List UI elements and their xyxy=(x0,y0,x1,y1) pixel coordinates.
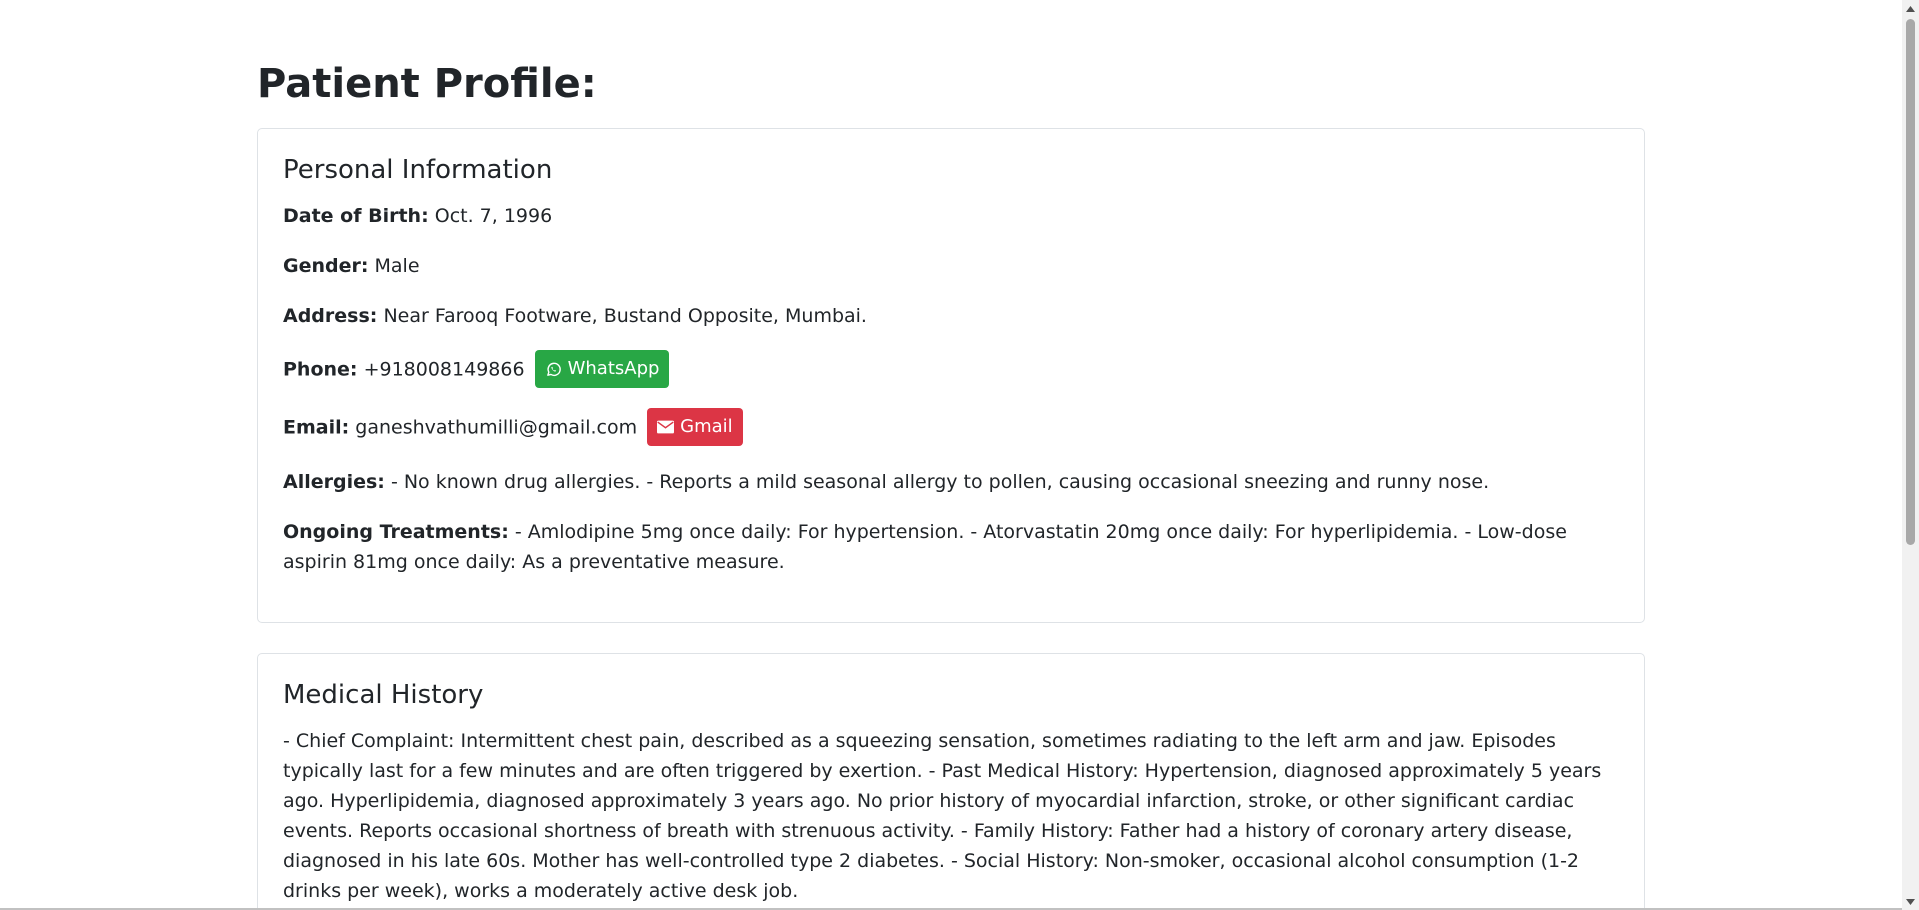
scroll-up-arrow-icon[interactable] xyxy=(1902,0,1919,17)
personal-information-card: Personal Information Date of Birth: Oct.… xyxy=(257,128,1645,623)
allergies-label: Allergies: xyxy=(283,471,385,493)
vertical-scrollbar[interactable] xyxy=(1902,0,1919,910)
scrollbar-thumb[interactable] xyxy=(1906,19,1915,545)
allergies-row: Allergies: - No known drug allergies. - … xyxy=(283,467,1619,497)
dob-label: Date of Birth: xyxy=(283,205,429,227)
medical-history-text: - Chief Complaint: Intermittent chest pa… xyxy=(283,730,1602,902)
gender-row: Gender: Male xyxy=(283,251,1619,281)
whatsapp-button-label: WhatsApp xyxy=(567,358,660,379)
gender-label: Gender: xyxy=(283,255,369,277)
browser-viewport: Patient Profile: Personal Information Da… xyxy=(0,0,1919,910)
treatments-label: Ongoing Treatments: xyxy=(283,521,509,543)
envelope-icon xyxy=(657,420,675,434)
whatsapp-button[interactable]: WhatsApp xyxy=(534,350,670,388)
email-value: ganeshvathumilli@gmail.com xyxy=(355,416,638,439)
dob-row: Date of Birth: Oct. 7, 1996 xyxy=(283,201,1619,231)
address-label: Address: xyxy=(283,305,378,327)
treatments-row: Ongoing Treatments: - Amlodipine 5mg onc… xyxy=(283,517,1619,577)
gender-value: Male xyxy=(374,255,420,277)
medical-history-card: Medical History - Chief Complaint: Inter… xyxy=(257,653,1645,910)
whatsapp-icon xyxy=(545,361,562,378)
personal-information-heading: Personal Information xyxy=(283,155,553,185)
scroll-down-arrow-icon[interactable] xyxy=(1902,893,1919,910)
address-value: Near Farooq Footware, Bustand Opposite, … xyxy=(383,305,867,327)
phone-value: +918008149866 xyxy=(363,358,525,381)
email-label: Email: xyxy=(283,416,350,439)
medical-history-heading: Medical History xyxy=(283,680,484,710)
phone-row: Phone: +918008149866 WhatsApp xyxy=(283,350,1619,389)
phone-label: Phone: xyxy=(283,358,358,381)
page-content: Patient Profile: Personal Information Da… xyxy=(257,0,1645,910)
page-title: Patient Profile: xyxy=(257,61,597,107)
address-row: Address: Near Farooq Footware, Bustand O… xyxy=(283,301,1619,331)
email-row: Email: ganeshvathumilli@gmail.com Gmail xyxy=(283,408,1619,447)
allergies-value: - No known drug allergies. - Reports a m… xyxy=(390,471,1490,493)
gmail-button[interactable]: Gmail xyxy=(647,408,743,446)
gmail-button-label: Gmail xyxy=(680,416,733,437)
dob-value: Oct. 7, 1996 xyxy=(434,205,553,227)
